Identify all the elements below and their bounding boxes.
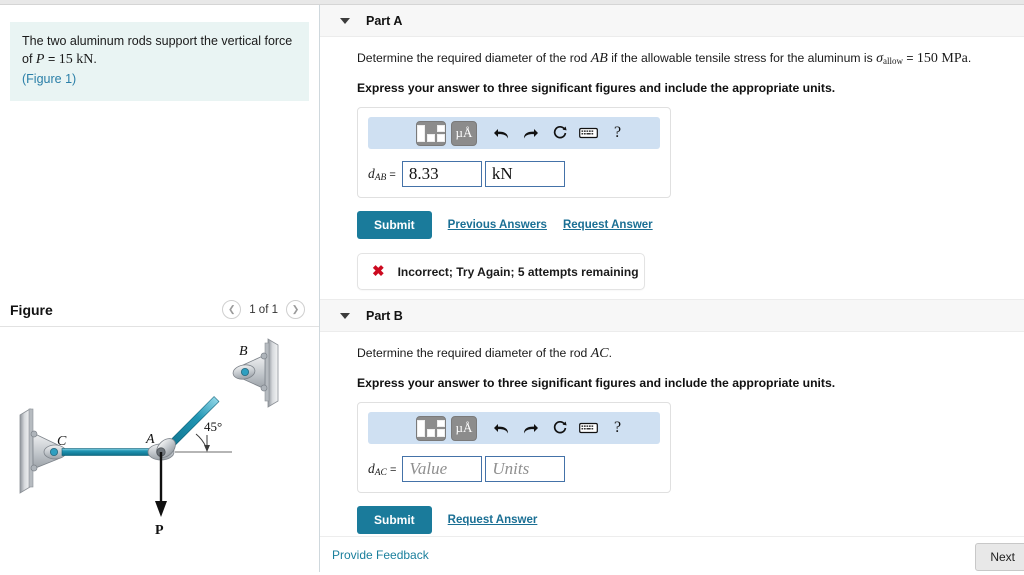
figure-next-button[interactable]: ❯ xyxy=(286,300,305,319)
next-button[interactable]: Next xyxy=(975,543,1024,571)
part-a-question: Determine the required diameter of the r… xyxy=(357,51,1024,67)
keyboard-icon[interactable] xyxy=(574,120,603,146)
collapse-caret-icon[interactable] xyxy=(340,312,350,319)
sigma-subscript: allow xyxy=(882,56,903,66)
part-b-math-toolbar: µÅ ? xyxy=(368,412,660,444)
label-c: C xyxy=(57,434,67,449)
part-b-value-input[interactable] xyxy=(402,456,483,482)
variable-equals: = xyxy=(386,463,397,476)
units-mu-angstrom-icon[interactable]: µÅ xyxy=(451,120,477,146)
figure-panel-title: Figure xyxy=(10,301,53,318)
figure-prev-button[interactable]: ❮ xyxy=(222,300,242,319)
figure-link[interactable]: (Figure 1) xyxy=(22,72,76,86)
reset-circle-icon[interactable] xyxy=(545,120,574,146)
collapse-caret-icon[interactable] xyxy=(340,17,350,24)
help-icon[interactable]: ? xyxy=(603,415,632,441)
part-a-units-input[interactable] xyxy=(484,161,565,187)
part-a-variable-label: dAB = xyxy=(368,166,396,183)
part-a-header[interactable]: Part A xyxy=(320,5,1024,37)
force-arrow-p xyxy=(155,452,167,517)
left-panel: The two aluminum rods support the vertic… xyxy=(0,5,320,572)
variable-name: d xyxy=(368,165,375,181)
part-b-units-input[interactable] xyxy=(485,456,566,482)
part-b-question: Determine the required diameter of the r… xyxy=(357,346,1024,362)
part-b-actions: Submit Request Answer xyxy=(357,506,1024,534)
part-b-request-answer-link[interactable]: Request Answer xyxy=(448,514,538,526)
label-angle: 45° xyxy=(204,419,222,434)
part-b-title: Part B xyxy=(366,308,403,323)
part-a-submit-button[interactable]: Submit xyxy=(357,211,432,239)
question-text-end: . xyxy=(608,346,612,360)
reset-circle-icon[interactable] xyxy=(545,415,574,441)
part-a-feedback-text: Incorrect; Try Again; 5 attempts remaini… xyxy=(397,264,639,279)
help-icon[interactable]: ? xyxy=(603,120,632,146)
sigma-equals: = xyxy=(902,51,917,65)
problem-equals: = xyxy=(44,52,59,67)
math-template-icon[interactable] xyxy=(416,120,446,146)
part-a-feedback-banner: ✖ Incorrect; Try Again; 5 attempts remai… xyxy=(357,253,645,290)
figure-navigation: ❮ 1 of 1 ❯ xyxy=(222,300,305,319)
force-value: 15 kN xyxy=(58,52,94,68)
part-b-body: Determine the required diameter of the r… xyxy=(320,332,1024,534)
part-b-answer-row: dAC = xyxy=(368,456,660,482)
undo-arrow-icon[interactable] xyxy=(487,415,516,441)
redo-arrow-icon[interactable] xyxy=(516,120,545,146)
part-b-submit-button[interactable]: Submit xyxy=(357,506,432,534)
part-a-previous-answers-link[interactable]: Previous Answers xyxy=(448,219,547,231)
label-b: B xyxy=(239,344,248,359)
provide-feedback-link[interactable]: Provide Feedback xyxy=(332,548,429,562)
problem-period: . xyxy=(93,52,97,67)
part-a-title: Part A xyxy=(366,13,403,28)
figure-panel-header: Figure ❮ 1 of 1 ❯ xyxy=(0,293,319,327)
question-text-before: Determine the required diameter of the r… xyxy=(357,51,591,65)
sigma-symbol: σ xyxy=(876,51,883,66)
units-mu-angstrom-icon[interactable]: µÅ xyxy=(451,415,477,441)
problem-statement: The two aluminum rods support the vertic… xyxy=(10,22,309,101)
label-a: A xyxy=(145,432,155,447)
variable-subscript: AB xyxy=(374,172,387,183)
question-rod-label: AB xyxy=(590,51,608,66)
math-template-icon[interactable] xyxy=(416,415,446,441)
variable-subscript: AC xyxy=(374,467,387,478)
question-text-end: . xyxy=(967,51,972,65)
wall-support-c xyxy=(19,408,67,494)
part-a-math-toolbar: µÅ ? xyxy=(368,117,660,149)
part-a-instruction: Express your answer to three significant… xyxy=(357,81,836,95)
part-b-header[interactable]: Part B xyxy=(320,300,1024,332)
redo-arrow-icon[interactable] xyxy=(516,415,545,441)
variable-equals: = xyxy=(386,168,396,181)
part-a-request-answer-link[interactable]: Request Answer xyxy=(563,219,653,231)
figure-counter: 1 of 1 xyxy=(249,303,278,316)
part-b-answer-box: µÅ ? dAC = xyxy=(357,402,671,493)
keyboard-icon[interactable] xyxy=(574,415,603,441)
page-layout: The two aluminum rods support the vertic… xyxy=(0,5,1024,572)
part-b-instruction: Express your answer to three significant… xyxy=(357,376,836,390)
part-a-answer-box: µÅ ? dAB = xyxy=(357,107,671,198)
truss-diagram-svg: C B A 45° P xyxy=(19,338,279,538)
rod-ac xyxy=(61,448,155,456)
part-a-answer-row: dAB = xyxy=(368,161,660,187)
angle-arrowhead xyxy=(204,445,210,452)
right-panel: Part A Determine the required diameter o… xyxy=(320,5,1024,572)
variable-name: d xyxy=(368,460,375,476)
question-text-middle: if the allowable tensile stress for the … xyxy=(607,51,877,65)
part-a-value-input[interactable] xyxy=(401,161,482,187)
undo-arrow-icon[interactable] xyxy=(487,120,516,146)
question-rod-label: AC xyxy=(590,346,609,361)
sigma-value: 150 MPa xyxy=(916,51,968,66)
question-text-before: Determine the required diameter of the r… xyxy=(357,346,591,360)
part-a-body: Determine the required diameter of the r… xyxy=(320,37,1024,290)
figure-diagram: C B A 45° P xyxy=(0,335,320,572)
chevron-left-icon: ❮ xyxy=(227,304,236,314)
part-a-actions: Submit Previous Answers Request Answer xyxy=(357,211,1024,239)
error-x-icon: ✖ xyxy=(372,263,385,280)
page-footer: Provide Feedback Next xyxy=(320,536,1024,572)
label-p: P xyxy=(155,523,164,538)
part-b-variable-label: dAC = xyxy=(368,461,396,478)
chevron-right-icon: ❯ xyxy=(291,304,300,314)
